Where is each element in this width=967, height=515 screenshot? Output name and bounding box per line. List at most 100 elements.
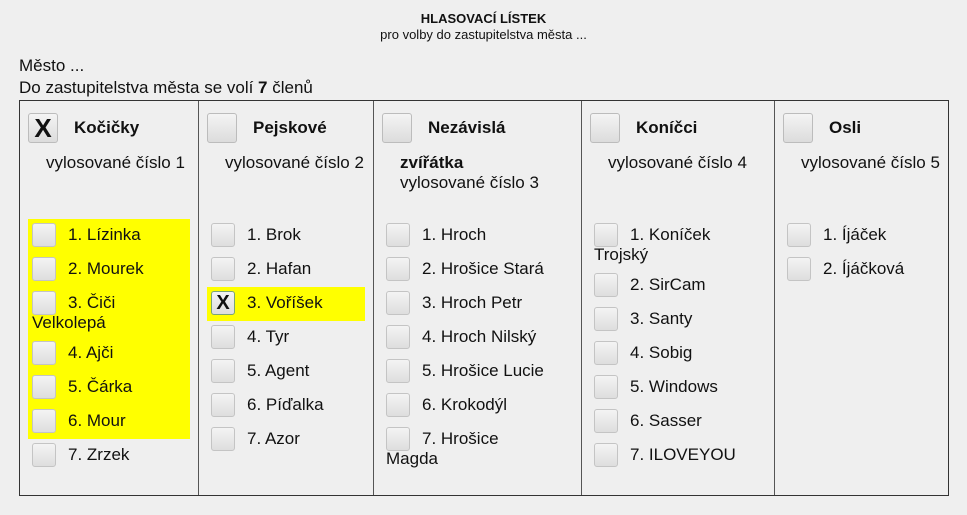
candidate-checkbox[interactable] [386,325,410,349]
party-checkbox[interactable] [207,113,237,143]
party-checkbox[interactable] [382,113,412,143]
candidate-item[interactable]: 5. Čárka [28,371,190,405]
candidate-label: 6. Mour [68,411,126,430]
candidate-item[interactable]: 1. Íjáček [783,219,940,253]
party-info: vylosované číslo 5 [801,153,948,173]
candidate-name: 3. Hroch Petr [422,291,522,313]
candidate-checkbox[interactable] [386,359,410,383]
x-mark-icon: X [216,292,230,314]
candidate-checkbox[interactable] [594,223,618,247]
candidate-checkbox[interactable] [32,409,56,433]
candidate-item[interactable]: 3. Santy [590,303,766,337]
candidate-item[interactable]: 6. Sasser [590,405,766,439]
candidate-checkbox[interactable] [386,291,410,315]
candidate-item[interactable]: 6. Píďalka [207,389,365,423]
candidate-checkbox[interactable] [594,341,618,365]
candidate-name: 1. Íjáček [823,223,886,245]
candidate-checkbox[interactable] [32,375,56,399]
candidate-checkbox[interactable] [594,307,618,331]
candidate-item[interactable]: 3. Čiči Velkolepá [28,287,190,337]
candidate-item[interactable]: 6. Krokodýl [382,389,573,423]
candidate-item[interactable]: 7. Zrzek [28,439,190,473]
party-name: Nezávislá [428,118,506,137]
candidate-label: 7. Hrošice [422,429,499,448]
candidate-item[interactable]: 5. Windows [590,371,766,405]
party-checkbox[interactable]: X [28,113,58,143]
candidate-label: 5. Agent [247,361,310,380]
candidate-checkbox[interactable] [211,223,235,247]
candidate-checkbox[interactable] [211,359,235,383]
candidate-name: 7. Hrošice Magda [386,427,499,469]
candidate-item[interactable]: 4. Hroch Nilský [382,321,573,355]
candidate-label: 2. Íjáčková [823,259,905,278]
candidate-name: 1. Koníček Trojský [594,223,710,265]
candidate-checkbox[interactable] [211,393,235,417]
candidate-label: 4. Tyr [247,327,290,346]
candidate-label: 3. Voříšek [247,293,323,312]
candidate-checkbox[interactable] [32,341,56,365]
candidate-checkbox[interactable] [787,223,811,247]
candidate-checkbox[interactable]: X [211,291,235,315]
candidate-label: 6. Sasser [630,411,702,430]
candidate-checkbox[interactable] [386,257,410,281]
candidate-label: 7. Azor [247,429,300,448]
candidate-label: 2. Mourek [68,259,144,278]
candidate-item[interactable]: 1. Koníček Trojský [590,219,766,269]
candidate-label-continued: Velkolepá [32,313,106,332]
candidate-checkbox[interactable] [386,393,410,417]
candidate-name: 5. Čárka [68,375,132,397]
ballot-table: X Kočičky vylosované číslo 1 1. Lízinka 2. M… [19,100,949,496]
candidate-checkbox[interactable] [386,223,410,247]
candidate-checkbox[interactable] [594,443,618,467]
candidate-label: 7. Zrzek [68,445,130,464]
candidate-name: 4. Sobig [630,341,692,363]
candidate-name: 1. Brok [247,223,301,245]
candidate-item[interactable]: 7. ILOVEYOU [590,439,766,473]
candidate-item[interactable]: 1. Brok [207,219,365,253]
candidate-checkbox[interactable] [211,325,235,349]
party-info: vylosované číslo 4 [608,153,774,173]
candidate-item[interactable]: 6. Mour [28,405,190,439]
candidate-name: 6. Sasser [630,409,702,431]
candidate-checkbox[interactable] [594,273,618,297]
candidate-name: 2. Íjáčková [823,257,904,279]
candidate-checkbox[interactable] [32,257,56,281]
party-name: Kočičky [74,118,140,137]
candidate-checkbox[interactable] [211,257,235,281]
candidate-item[interactable]: 2. Íjáčková [783,253,940,287]
candidate-item[interactable]: 5. Agent [207,355,365,389]
candidate-checkbox[interactable] [211,427,235,451]
party-info: zvířátka vylosované číslo 3 [400,153,581,193]
candidate-name: 7. ILOVEYOU [630,443,736,465]
party-checkbox[interactable] [783,113,813,143]
candidate-item[interactable]: 3. Hroch Petr [382,287,573,321]
candidate-checkbox[interactable] [32,291,56,315]
candidate-item[interactable]: 2. Mourek [28,253,190,287]
candidate-checkbox[interactable] [32,223,56,247]
candidate-item[interactable]: X 3. Voříšek [207,287,365,321]
candidate-name: 4. Ajči [68,341,113,363]
candidate-item[interactable]: 2. Hafan [207,253,365,287]
candidate-checkbox[interactable] [594,409,618,433]
candidate-item[interactable]: 4. Sobig [590,337,766,371]
party-checkbox[interactable] [590,113,620,143]
candidate-label-continued: Magda [386,449,438,468]
candidate-item[interactable]: 7. Hrošice Magda [382,423,573,473]
candidate-item[interactable]: 1. Hroch [382,219,573,253]
candidate-label: 1. Íjáček [823,225,887,244]
party-name: Pejskové [253,118,327,137]
candidate-name: 2. Hrošice Stará [422,257,544,279]
candidate-item[interactable]: 2. SirCam [590,269,766,303]
candidate-checkbox[interactable] [787,257,811,281]
candidate-item[interactable]: 1. Lízinka [28,219,190,253]
candidate-item[interactable]: 7. Azor [207,423,365,457]
candidate-label: 2. Hafan [247,259,312,278]
candidate-list: 1. Íjáček 2. Íjáčková [783,219,940,287]
candidate-checkbox[interactable] [594,375,618,399]
candidate-item[interactable]: 4. Ajči [28,337,190,371]
candidate-item[interactable]: 5. Hrošice Lucie [382,355,573,389]
candidate-checkbox[interactable] [32,443,56,467]
candidate-checkbox[interactable] [386,427,410,451]
candidate-item[interactable]: 4. Tyr [207,321,365,355]
candidate-item[interactable]: 2. Hrošice Stará [382,253,573,287]
